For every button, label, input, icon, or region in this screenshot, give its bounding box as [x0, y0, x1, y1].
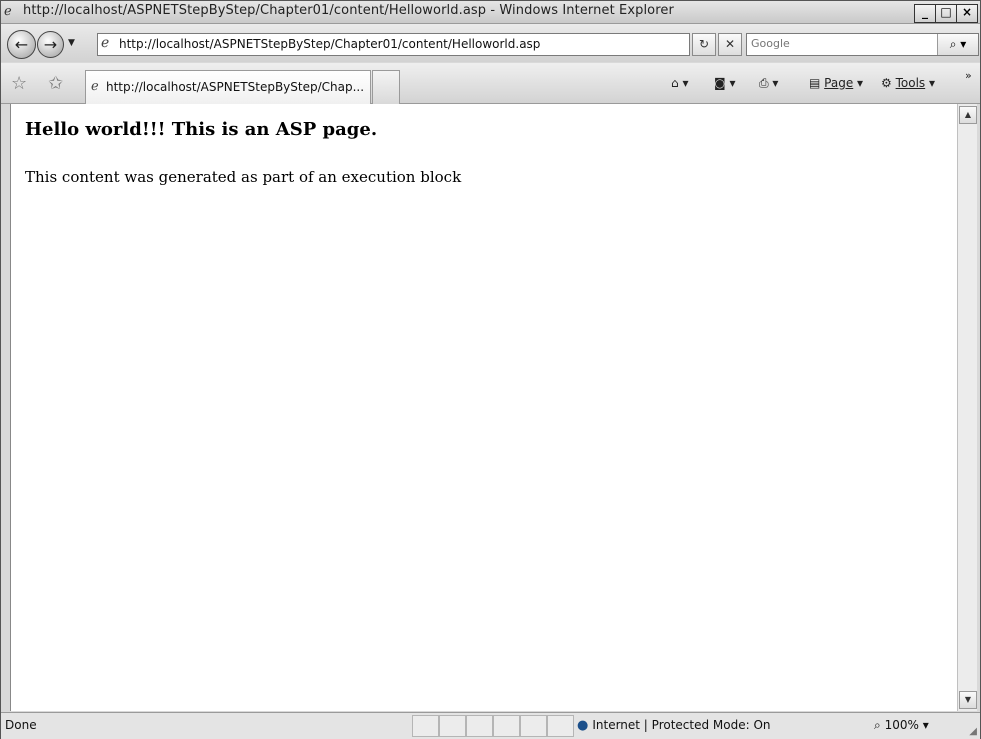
home-icon: ⌂ — [671, 76, 679, 90]
tools-menu[interactable]: ⚙ Tools ▾ — [881, 76, 935, 90]
print-icon: ⎙ — [759, 76, 769, 90]
security-zone[interactable]: ● Internet | Protected Mode: On — [577, 718, 771, 733]
tools-gear-icon: ⚙ — [881, 76, 892, 90]
address-bar[interactable]: ℯ http://localhost/ASPNETStepByStep/Chap… — [97, 33, 785, 56]
tab-page-icon: ℯ — [91, 79, 99, 94]
status-pane — [493, 715, 520, 737]
back-button[interactable]: ← — [7, 30, 36, 59]
navigation-bar: ← → ▼ ℯ http://localhost/ASPNETStepBySte… — [1, 24, 980, 62]
forward-icon: → — [43, 35, 58, 54]
globe-icon: ● — [577, 718, 589, 733]
status-bar: Done ● Internet | Protected Mode: On ⌕ 10… — [1, 712, 980, 739]
resize-grip-icon[interactable]: ◢ — [969, 726, 977, 737]
tab-current[interactable]: ℯ http://localhost/ASPNETStepByStep/Chap… — [85, 70, 371, 104]
new-tab-button[interactable] — [372, 70, 400, 104]
back-icon: ← — [14, 35, 29, 54]
page-menu-icon: ▤ — [809, 76, 821, 90]
tools-menu-label: Tools — [895, 76, 926, 90]
forward-button[interactable]: → — [37, 31, 64, 58]
search-button[interactable]: ⌕ ▾ — [937, 34, 978, 55]
status-text: Done — [5, 718, 37, 732]
vertical-scrollbar[interactable]: ▲ ▼ — [957, 104, 977, 711]
window-controls: _ □ × — [914, 4, 978, 23]
status-pane — [466, 715, 493, 737]
security-zone-label: Internet | Protected Mode: On — [592, 718, 771, 732]
page-icon: ℯ — [101, 35, 110, 51]
favorites-star-icon[interactable]: ☆ — [11, 73, 27, 94]
scroll-up-button[interactable]: ▲ — [959, 106, 977, 124]
refresh-button[interactable]: ↻ — [692, 33, 716, 56]
minimize-button[interactable]: _ — [914, 4, 936, 23]
window-title: http://localhost/ASPNETStepByStep/Chapte… — [23, 3, 674, 18]
search-icon: ⌕ — [949, 37, 957, 51]
page-content: Hello world!!! This is an ASP page. This… — [10, 104, 957, 711]
page-heading: Hello world!!! This is an ASP page. — [25, 119, 378, 140]
status-pane — [547, 715, 574, 737]
ie-window: ℯ http://localhost/ASPNETStepByStep/Chap… — [0, 0, 981, 739]
scroll-down-button[interactable]: ▼ — [959, 691, 977, 709]
stop-icon: ✕ — [724, 37, 736, 51]
zoom-control[interactable]: ⌕ 100% ▾ — [874, 718, 929, 733]
status-pane — [412, 715, 439, 737]
print-button[interactable]: ⎙ ▾ — [759, 76, 778, 91]
page-paragraph: This content was generated as part of an… — [25, 168, 462, 186]
page-menu-label: Page — [824, 76, 854, 90]
refresh-icon: ↻ — [698, 37, 710, 51]
zoom-icon: ⌕ — [874, 718, 881, 732]
stop-button[interactable]: ✕ — [718, 33, 742, 56]
title-bar: ℯ http://localhost/ASPNETStepByStep/Chap… — [1, 1, 980, 24]
address-url[interactable]: http://localhost/ASPNETStepByStep/Chapte… — [119, 37, 540, 51]
close-button[interactable]: × — [956, 4, 978, 23]
zoom-level: 100% — [884, 718, 919, 732]
maximize-button[interactable]: □ — [935, 4, 957, 23]
search-box[interactable]: ⌕ ▾ — [746, 33, 979, 56]
recent-pages-dropdown[interactable]: ▼ — [68, 38, 75, 48]
feeds-button[interactable]: ◙ ▾ — [714, 76, 736, 90]
search-input[interactable] — [751, 36, 921, 51]
tab-title: http://localhost/ASPNETStepByStep/Chap..… — [106, 80, 365, 94]
home-button[interactable]: ⌂ ▾ — [671, 76, 688, 90]
add-favorites-icon[interactable]: ✩ — [48, 73, 63, 94]
status-pane — [439, 715, 466, 737]
feeds-icon: ◙ — [714, 76, 726, 90]
status-pane — [520, 715, 547, 737]
page-menu[interactable]: ▤ Page ▾ — [809, 76, 863, 90]
command-bar: ☆ ✩ ℯ http://localhost/ASPNETStepByStep/… — [1, 63, 980, 104]
more-commands-button[interactable]: » — [965, 69, 972, 82]
ie-logo-icon: ℯ — [4, 4, 12, 19]
